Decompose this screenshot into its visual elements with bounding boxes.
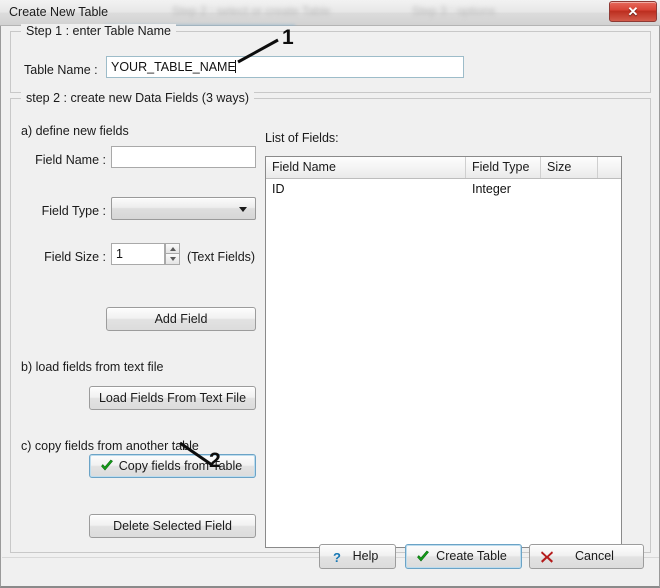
field-type-label: Field Type : [41, 204, 106, 218]
column-header-size[interactable]: Size [541, 157, 598, 178]
title-bar: Step 2 : select or create Table Step 3 :… [0, 0, 660, 28]
dialog-body: Step 1 : enter Table Name Table Name : Y… [0, 24, 660, 588]
column-header-field-name[interactable]: Field Name [266, 157, 466, 178]
field-size-spin-buttons[interactable] [165, 243, 180, 265]
cell-field-name: ID [272, 182, 285, 196]
load-fields-button-label: Load Fields From Text File [98, 391, 247, 405]
fields-list-header: Field Name Field Type Size [266, 157, 621, 179]
column-header-spacer[interactable] [598, 157, 621, 178]
table-name-input-value: YOUR_TABLE_NAME [111, 60, 236, 74]
annotation-number-1: 1 [282, 26, 294, 49]
fields-list-table[interactable]: Field Name Field Type Size ID Integer [265, 156, 622, 548]
cell-spacer [598, 179, 621, 200]
add-field-button[interactable]: Add Field [106, 307, 256, 331]
background-window-text-1: Step 2 : select or create Table [172, 4, 331, 18]
table-row[interactable]: ID Integer [266, 179, 621, 200]
cell-size [541, 179, 598, 200]
step1-panel: Step 1 : enter Table Name Table Name : Y… [10, 24, 651, 93]
close-x-icon [540, 550, 554, 564]
chevron-down-icon [239, 206, 247, 212]
background-window-text-2: Step 3 : options [412, 4, 496, 18]
delete-selected-field-button[interactable]: Delete Selected Field [89, 514, 256, 538]
check-icon [416, 550, 430, 564]
svg-text:?: ? [333, 550, 341, 564]
field-size-input[interactable]: 1 [111, 243, 165, 265]
copy-fields-button-label: Copy fields from Table [118, 459, 243, 473]
field-size-hint: (Text Fields) [187, 250, 256, 264]
delete-selected-field-button-label: Delete Selected Field [113, 519, 232, 533]
field-size-stepper[interactable]: 1 [111, 243, 180, 265]
create-table-button[interactable]: Create Table [405, 544, 522, 569]
add-field-button-label: Add Field [154, 312, 208, 326]
cell-field-type: Integer [472, 182, 511, 196]
field-size-label: Field Size : [44, 250, 106, 264]
list-of-fields-caption: List of Fields: [265, 131, 339, 145]
section-b-label: b) load fields from text file [21, 360, 164, 374]
column-header-field-type[interactable]: Field Type [466, 157, 541, 178]
fields-list-body: ID Integer [266, 179, 621, 547]
step1-legend: Step 1 : enter Table Name [21, 24, 176, 38]
window-title: Create New Table [9, 5, 109, 19]
load-fields-from-text-file-button[interactable]: Load Fields From Text File [89, 386, 256, 410]
copy-fields-from-table-button[interactable]: Copy fields from Table [89, 454, 256, 478]
cancel-button[interactable]: Cancel [529, 544, 644, 569]
table-name-input[interactable]: YOUR_TABLE_NAME [106, 56, 464, 78]
question-mark-icon: ? [330, 550, 344, 564]
section-c-label: c) copy fields from another table [21, 439, 199, 453]
table-name-label: Table Name : [24, 63, 98, 77]
field-type-select[interactable] [111, 197, 256, 220]
spinner-down-icon[interactable] [165, 254, 180, 265]
section-a-label: a) define new fields [21, 124, 129, 138]
close-icon: ✕ [627, 4, 639, 19]
annotation-number-2: 2 [209, 449, 221, 472]
text-caret [234, 60, 236, 73]
field-name-label: Field Name : [35, 153, 106, 167]
field-name-input[interactable] [111, 146, 256, 168]
help-button[interactable]: ? Help [319, 544, 396, 569]
check-icon [100, 459, 114, 473]
create-new-table-dialog: Step 2 : select or create Table Step 3 :… [0, 0, 660, 588]
spinner-up-icon[interactable] [165, 243, 180, 254]
close-button[interactable]: ✕ [609, 1, 657, 22]
step2-legend: step 2 : create new Data Fields (3 ways) [21, 91, 255, 105]
